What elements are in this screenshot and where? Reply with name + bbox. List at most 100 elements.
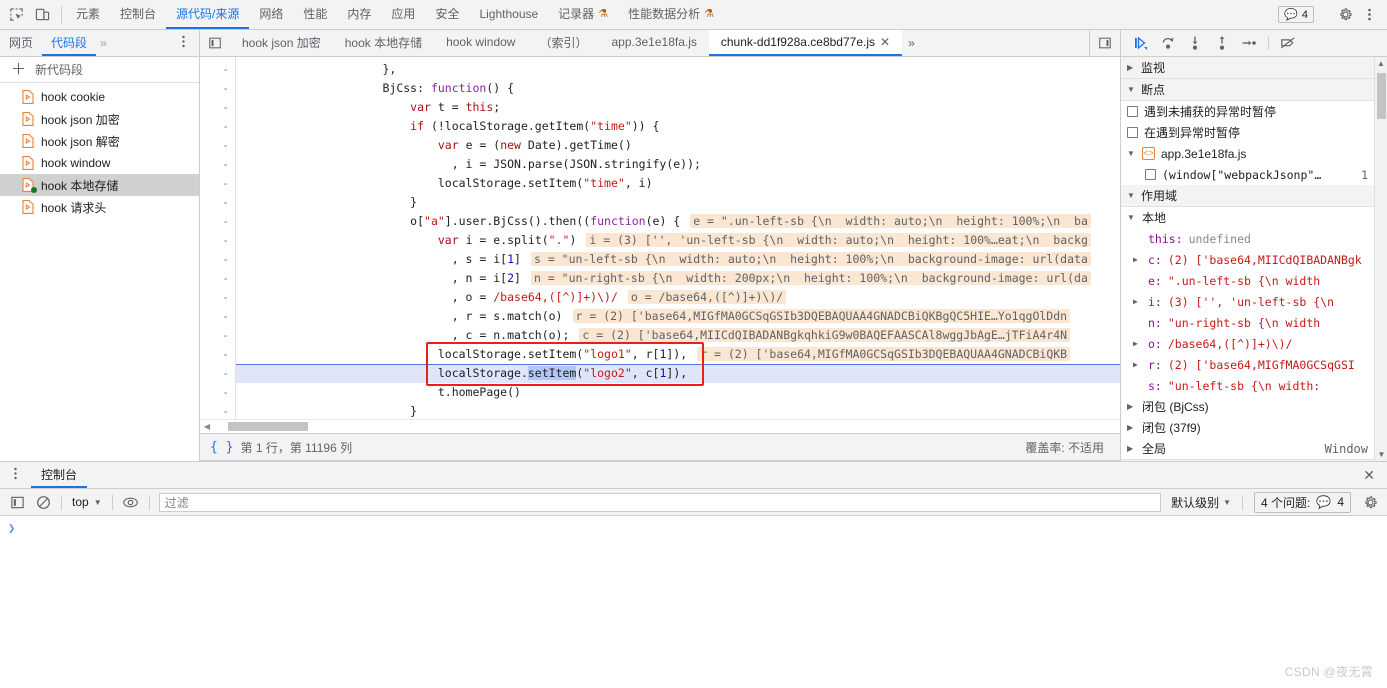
gear-icon[interactable] xyxy=(1357,491,1383,513)
more-options-icon[interactable] xyxy=(168,34,199,52)
code-line[interactable]: t.homePage() xyxy=(236,383,1120,402)
line-gutter-mark[interactable]: - xyxy=(200,307,229,326)
code-content[interactable]: }, BjCss: function() { var t = this; if … xyxy=(236,57,1120,419)
line-gutter-mark[interactable]: - xyxy=(200,288,229,307)
chevron-right-icon[interactable]: ▶ xyxy=(1133,339,1142,348)
code-line[interactable]: if (!localStorage.getItem("time")) { xyxy=(236,117,1120,136)
snippet-item-hook-cookie[interactable]: hook cookie xyxy=(0,86,199,108)
line-gutter-mark[interactable]: - xyxy=(200,269,229,288)
scope-group-local[interactable]: ▼ 本地 xyxy=(1121,207,1374,228)
line-gutter-mark[interactable]: - xyxy=(200,402,229,419)
tab-network[interactable]: 网络 xyxy=(249,0,293,29)
code-line[interactable]: , o = /base64,([^)]+)\)/o = /base64,([^)… xyxy=(236,288,1120,307)
line-gutter-mark[interactable]: - xyxy=(200,174,229,193)
line-gutter-mark[interactable]: - xyxy=(200,60,229,79)
code-line[interactable]: var e = (new Date).getTime() xyxy=(236,136,1120,155)
editor-horizontal-scrollbar[interactable]: ◀ xyxy=(200,419,1120,433)
chevron-right-icon[interactable]: ▶ xyxy=(1133,360,1142,369)
code-line[interactable]: var i = e.split(".")i = (3) ['', 'un-lef… xyxy=(236,231,1120,250)
scope-variable-row[interactable]: this:undefined xyxy=(1121,228,1374,249)
code-line[interactable]: } xyxy=(236,402,1120,419)
line-gutter-mark[interactable]: - xyxy=(200,231,229,250)
code-line[interactable]: BjCss: function() { xyxy=(236,79,1120,98)
file-tab-hook-window[interactable]: hook window xyxy=(434,30,527,56)
navigator-tab-snippets[interactable]: 代码段 xyxy=(42,30,96,56)
close-icon[interactable]: ✕ xyxy=(880,35,890,49)
line-gutter-mark[interactable]: - xyxy=(200,383,229,402)
pause-on-uncaught-exceptions-row[interactable]: 遇到未捕获的异常时暂停 xyxy=(1121,101,1374,122)
step-out-icon[interactable] xyxy=(1214,35,1230,51)
file-tab-app-js[interactable]: app.3e1e18fa.js xyxy=(599,30,708,56)
checkbox[interactable] xyxy=(1127,127,1138,138)
scope-variable-row[interactable]: n:"un-right-sb {\n width xyxy=(1121,312,1374,333)
line-gutter-mark[interactable]: - xyxy=(200,193,229,212)
live-expression-icon[interactable] xyxy=(118,491,144,513)
breakpoint-entry-row[interactable]: (window["webpackJsonp"… 1 xyxy=(1121,164,1374,185)
show-navigator-icon[interactable] xyxy=(200,30,230,56)
line-gutter-mark[interactable]: - xyxy=(200,155,229,174)
step-into-icon[interactable] xyxy=(1187,35,1203,51)
snippet-item-hook-request-header[interactable]: hook 请求头 xyxy=(0,196,199,218)
tab-recorder[interactable]: 记录器 ⚗ xyxy=(548,0,618,29)
scope-variable-row[interactable]: s:"un-left-sb {\n width: xyxy=(1121,375,1374,396)
new-snippet-button[interactable]: ＋ 新代码段 xyxy=(0,57,199,83)
deactivate-breakpoints-icon[interactable] xyxy=(1280,35,1296,51)
step-over-icon[interactable] xyxy=(1160,35,1176,51)
execution-context-selector[interactable]: top ▼ xyxy=(67,495,107,509)
drawer-tab-console[interactable]: 控制台 xyxy=(31,462,87,488)
scrollbar-track[interactable] xyxy=(214,421,1120,432)
code-line[interactable]: , n = i[2]n = "un-right-sb {\n width: 20… xyxy=(236,269,1120,288)
tab-console[interactable]: 控制台 xyxy=(110,0,166,29)
tab-memory[interactable]: 内存 xyxy=(337,0,381,29)
code-line[interactable]: , r = s.match(o)r = (2) ['base64,MIGfMA0… xyxy=(236,307,1120,326)
scroll-down-arrow[interactable]: ▼ xyxy=(1375,448,1387,461)
scope-variable-row[interactable]: ▶r:(2) ['base64,MIGfMA0GCSqGSI xyxy=(1121,354,1374,375)
console-message-area[interactable]: ❯ xyxy=(0,516,1387,646)
file-tab-index[interactable]: （索引） xyxy=(527,30,599,56)
code-line[interactable]: localStorage.setItem("time", i) xyxy=(236,174,1120,193)
file-tab-chunk-js[interactable]: chunk-dd1f928a.ce8bd77e.js ✕ xyxy=(709,30,902,56)
file-tabs-overflow-icon[interactable]: » xyxy=(902,30,921,56)
section-breakpoints[interactable]: ▼ 断点 xyxy=(1121,79,1374,101)
checkbox[interactable] xyxy=(1145,169,1156,180)
chevron-right-icon[interactable]: ▶ xyxy=(1133,297,1142,306)
scrollbar-thumb[interactable] xyxy=(1377,73,1386,119)
scope-variable-row[interactable]: ▶o:/base64,([^)]+)\)/ xyxy=(1121,333,1374,354)
code-line[interactable]: }, xyxy=(236,60,1120,79)
device-toolbar-icon[interactable] xyxy=(34,6,51,23)
scope-variable-row[interactable]: ▶i:(3) ['', 'un-left-sb {\n xyxy=(1121,291,1374,312)
debugger-vertical-scrollbar[interactable]: ▲ ▼ xyxy=(1374,57,1387,461)
issues-badge[interactable]: 💬 4 xyxy=(1278,6,1314,23)
tab-elements[interactable]: 元素 xyxy=(66,0,110,29)
section-watch[interactable]: ▶ 监视 xyxy=(1121,57,1374,79)
scroll-up-arrow[interactable]: ▲ xyxy=(1375,57,1387,70)
file-tab-hook-localstorage[interactable]: hook 本地存储 xyxy=(333,30,434,56)
log-level-selector[interactable]: 默认级别 ▼ xyxy=(1165,494,1237,511)
line-gutter-mark[interactable]: - xyxy=(200,117,229,136)
show-debugger-icon[interactable] xyxy=(1089,30,1120,56)
gear-icon[interactable] xyxy=(1337,6,1354,23)
scope-global[interactable]: ▶ 全局 Window xyxy=(1121,438,1374,459)
more-options-icon[interactable] xyxy=(0,466,31,484)
resume-icon[interactable] xyxy=(1133,35,1149,51)
scope-closure-37f9[interactable]: ▶ 闭包 (37f9) xyxy=(1121,417,1374,438)
navigator-tab-page[interactable]: 网页 xyxy=(0,30,42,56)
code-line-executing[interactable]: localStorage.setItem("logo2", c[1]), xyxy=(236,364,1120,383)
code-line[interactable]: var t = this; xyxy=(236,98,1120,117)
scope-variable-row[interactable]: ▶c:(2) ['base64,MIICdQIBADANBgk xyxy=(1121,249,1374,270)
line-gutter-mark[interactable]: - xyxy=(200,364,229,383)
scrollbar-thumb[interactable] xyxy=(228,422,308,431)
checkbox[interactable] xyxy=(1127,106,1138,117)
line-gutter-mark[interactable]: - xyxy=(200,326,229,345)
snippet-item-hook-window[interactable]: hook window xyxy=(0,152,199,174)
code-line[interactable]: , c = n.match(o);c = (2) ['base64,MIICdQ… xyxy=(236,326,1120,345)
scope-variable-row[interactable]: e:".un-left-sb {\n width xyxy=(1121,270,1374,291)
code-line[interactable]: localStorage.setItem("logo1", r[1]),r = … xyxy=(236,345,1120,364)
code-line[interactable]: o["a"].user.BjCss().then((function(e) {e… xyxy=(236,212,1120,231)
code-line[interactable]: } xyxy=(236,193,1120,212)
tab-sources[interactable]: 源代码/来源 xyxy=(166,0,249,29)
console-sidebar-icon[interactable] xyxy=(4,491,30,513)
line-number-gutter[interactable]: ----------------------- xyxy=(200,57,236,419)
line-gutter-mark[interactable]: - xyxy=(200,136,229,155)
snippet-item-hook-localstorage[interactable]: hook 本地存储 xyxy=(0,174,199,196)
